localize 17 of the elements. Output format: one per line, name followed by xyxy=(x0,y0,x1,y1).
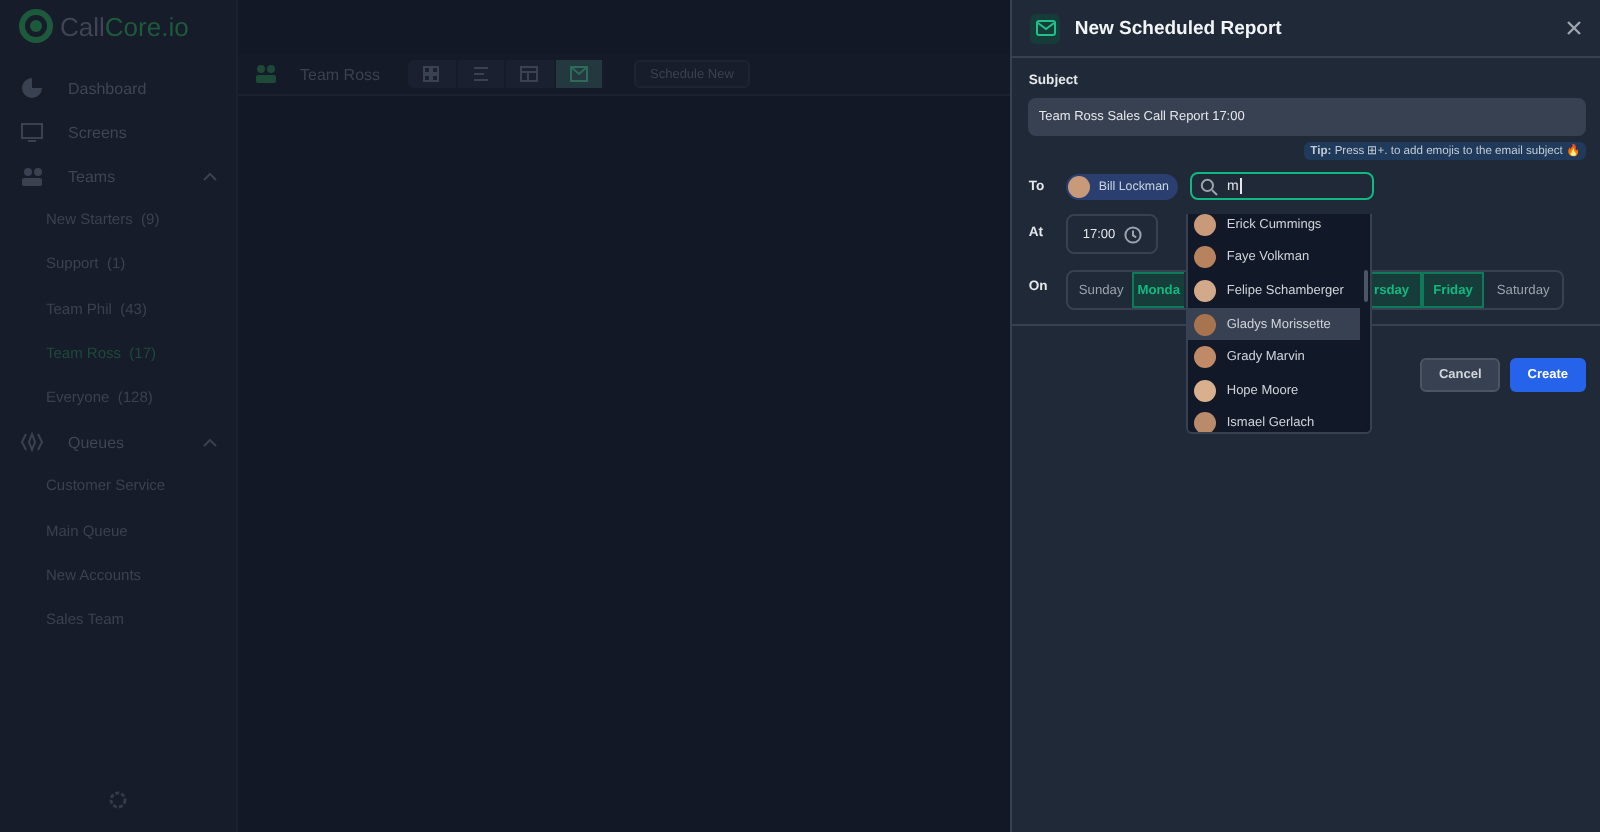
grid-icon xyxy=(422,66,441,82)
pie-chart-icon xyxy=(20,76,44,100)
monitor-icon xyxy=(20,120,44,144)
view-button[interactable] xyxy=(555,60,604,88)
mail-icon xyxy=(569,66,588,82)
search-icon xyxy=(1200,177,1219,195)
people-icon xyxy=(20,164,44,188)
dialog-title: New Scheduled Report xyxy=(1074,17,1284,39)
layout-icon xyxy=(520,66,539,82)
clock-icon xyxy=(1123,225,1142,243)
list-icon xyxy=(471,66,490,82)
logo-icon xyxy=(18,8,54,44)
close-icon[interactable] xyxy=(1566,20,1582,36)
mail-icon xyxy=(1030,13,1061,43)
settings-icon[interactable] xyxy=(108,790,128,810)
people-icon xyxy=(254,64,278,84)
scrollbar[interactable] xyxy=(1364,270,1369,302)
